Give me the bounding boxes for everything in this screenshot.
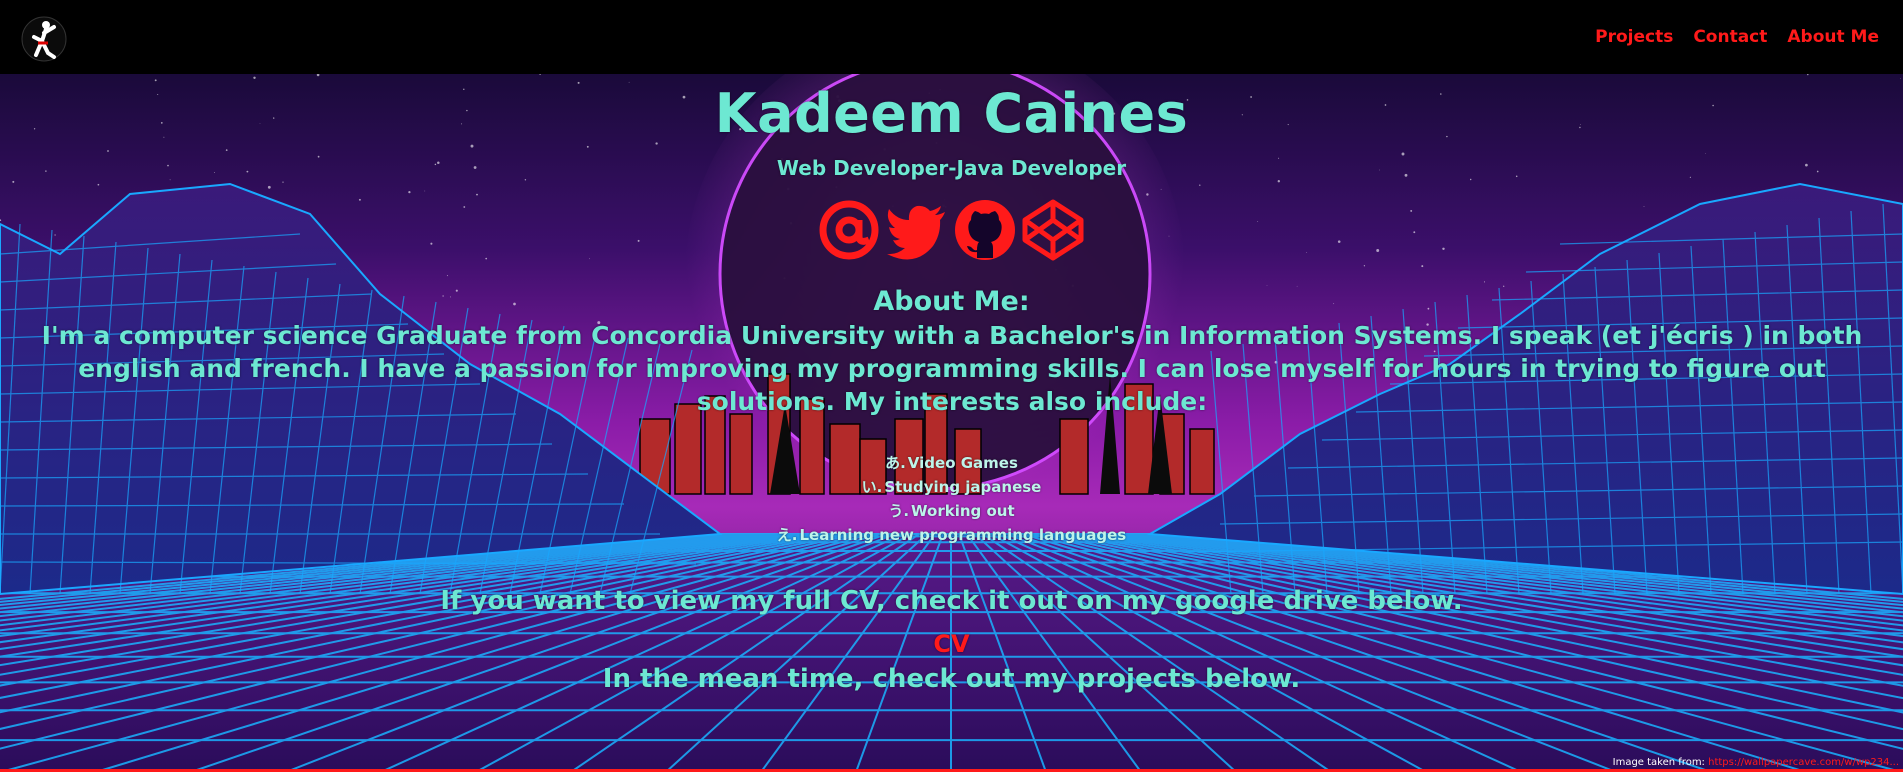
main-nav: Projects Contact About Me [1595, 27, 1879, 47]
nav-about-me[interactable]: About Me [1787, 27, 1879, 47]
interest-label: Video Games [907, 454, 1018, 472]
interest-label: Learning new programming languages [799, 526, 1127, 544]
nav-contact[interactable]: Contact [1693, 27, 1767, 47]
twitter-bird-icon[interactable] [885, 198, 949, 262]
list-item: い. Studying japanese [0, 475, 1903, 499]
email-at-icon[interactable] [817, 198, 881, 262]
page-subtitle: Web Developer-Java Developer [776, 156, 1127, 180]
nav-projects[interactable]: Projects [1595, 27, 1673, 47]
social-links [815, 198, 1087, 268]
list-item: あ. Video Games [0, 451, 1903, 475]
about-paragraph: I'm a computer science Graduate from Con… [41, 321, 1863, 416]
list-marker: う. [888, 502, 910, 520]
list-marker: あ. [885, 454, 906, 472]
list-item: う. Working out [0, 499, 1903, 523]
about-heading: About Me: [873, 286, 1030, 317]
list-marker: い. [861, 478, 883, 496]
image-credit: Image taken from: https://wallpapercave.… [1613, 757, 1899, 768]
interest-label: Studying japanese [884, 478, 1042, 496]
interests-list: あ. Video Games い. Studying japanese う. Work… [0, 451, 1903, 547]
github-icon[interactable] [953, 198, 1017, 262]
main-content: Kadeem Caines Web Developer-Java Develop… [0, 74, 1903, 772]
top-navbar: Projects Contact About Me [0, 0, 1903, 74]
interest-label: Working out [911, 502, 1015, 520]
cv-link[interactable]: CV [0, 630, 1903, 658]
credit-link[interactable]: https://wallpapercave.com/w/wp234... [1708, 757, 1899, 768]
karate-figure-icon[interactable] [20, 13, 68, 65]
list-marker: え. [776, 526, 798, 544]
codepen-icon[interactable] [1021, 198, 1085, 262]
credit-label: Image taken from: [1612, 757, 1705, 768]
cv-prompt: If you want to view my full CV, check it… [440, 586, 1463, 616]
list-item: え. Learning new programming languages [0, 523, 1903, 547]
page-title: Kadeem Caines [714, 82, 1189, 145]
projects-prompt: In the mean time, check out my projects … [602, 664, 1301, 694]
